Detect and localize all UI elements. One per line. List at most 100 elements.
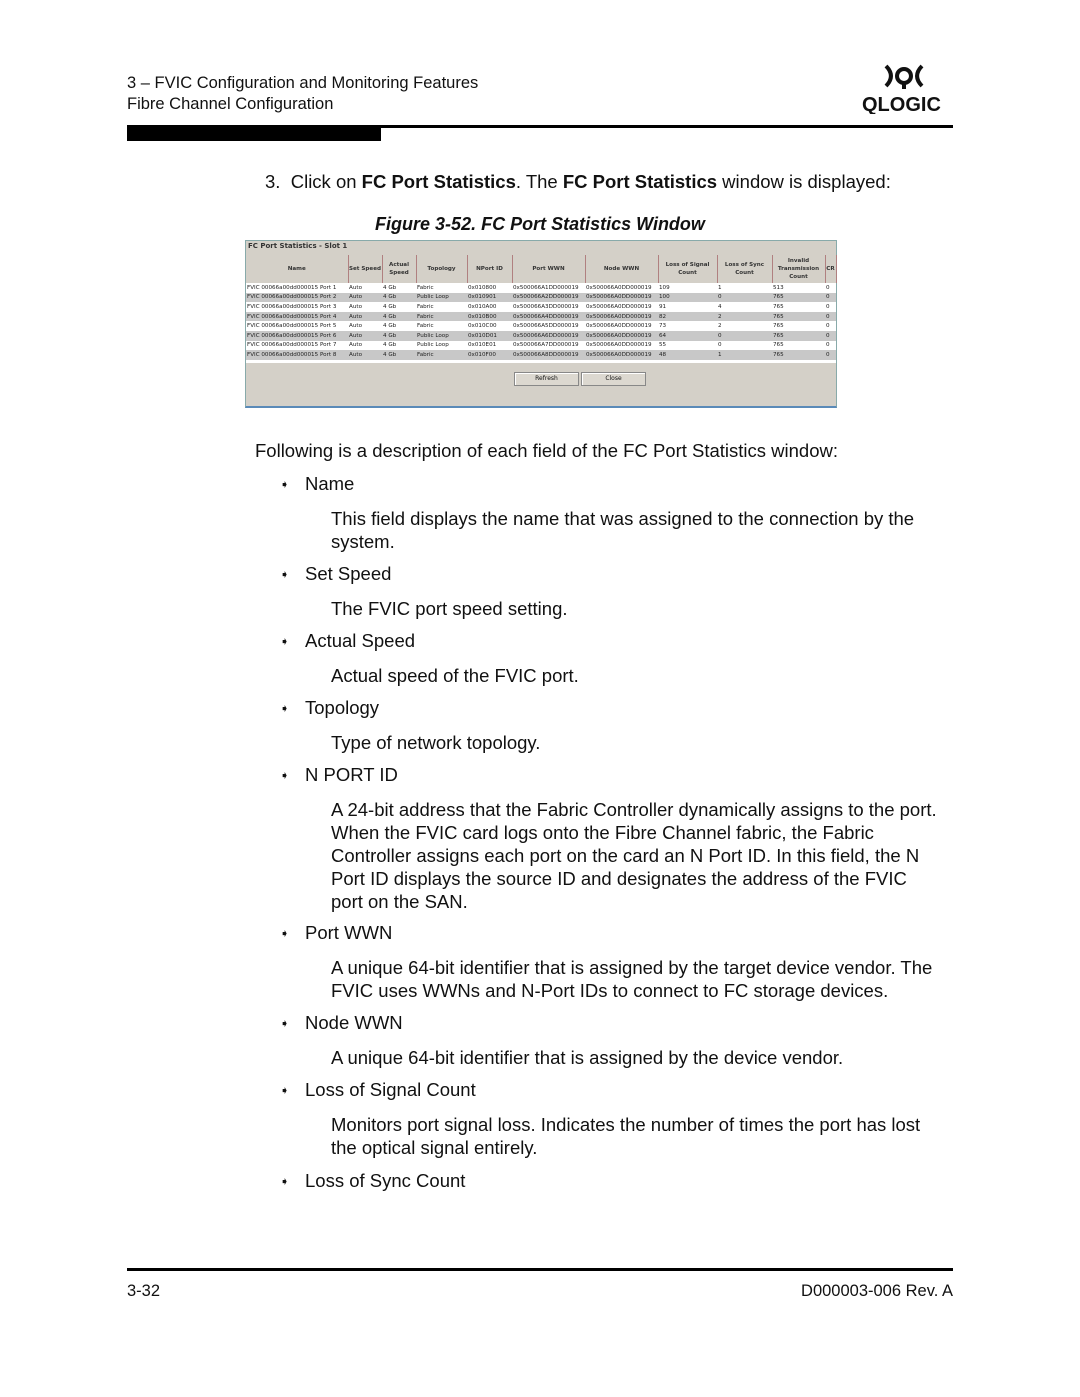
table-cell: 4 Gb — [383, 342, 397, 349]
bullet-icon: ➧ — [280, 569, 290, 581]
table-cell: 765 — [773, 342, 784, 349]
table-cell: 0x500066A2DD000019 — [512, 292, 585, 303]
table-row[interactable]: FVIC 00066a00dd000015 Port 4 Auto 4 Gb Fabr… — [246, 311, 836, 322]
table-row[interactable]: FVIC 00066a00dd000015 Port 8 Auto 4 Gb Fabr… — [246, 350, 836, 360]
table-cell: 0x010E01 — [468, 342, 497, 349]
step-bold-1: FC Port Statistics — [361, 171, 516, 192]
column-header[interactable]: Loss of Signal Count — [658, 255, 718, 283]
refresh-button[interactable]: Refresh — [514, 372, 579, 386]
qlogic-logo: QLOGIC — [862, 62, 952, 116]
table-cell: 765 — [772, 311, 825, 322]
field-description: A unique 64-bit identifier that is assig… — [331, 957, 933, 978]
table-cell: 0x010901 — [467, 292, 512, 303]
column-header[interactable]: CR — [825, 255, 837, 283]
table-cell: Auto — [349, 284, 362, 291]
table-cell: 4 Gb — [382, 292, 416, 303]
table-cell: 0 — [825, 330, 836, 341]
close-button[interactable]: Close — [581, 372, 646, 386]
table-cell: Fabric — [416, 350, 467, 360]
table-cell: 4 Gb — [382, 330, 416, 341]
table-cell: 765 — [773, 303, 784, 310]
following-text: Following is a description of each field… — [255, 440, 839, 461]
step-bold-2: FC Port Statistics — [562, 171, 718, 192]
table-cell: 0x500066A0DD000019 — [586, 284, 652, 291]
field-description: FVIC uses WWNs and N-Port IDs to connect… — [331, 980, 889, 1001]
field-label: Actual Speed — [305, 630, 416, 651]
table-row[interactable]: FVIC 00066a00dd000015 Port 3 Auto 4 Gb Fabr… — [246, 302, 836, 312]
table-cell: 0 — [717, 330, 772, 341]
column-header[interactable]: Set Speed — [348, 255, 383, 283]
column-header[interactable]: Invalid Transmission Count — [772, 255, 826, 283]
table-cell: Auto — [348, 292, 382, 303]
table-cell: FVIC 00066a00dd000015 Port 4 — [246, 311, 348, 322]
table-cell: FVIC 00066a00dd000015 Port 5 — [247, 323, 337, 330]
table-cell: 0x500066A0DD000019 — [585, 292, 658, 303]
column-header[interactable]: Node WWN — [585, 255, 659, 283]
table-row[interactable]: FVIC 00066a00dd000015 Port 5 Auto 4 Gb Fabr… — [246, 321, 836, 331]
table-cell: 0x010D01 — [467, 330, 512, 341]
table-cell: 0 — [826, 303, 830, 310]
table-cell: Public Loop — [417, 342, 449, 349]
table-row[interactable]: FVIC 00066a00dd000015 Port 2 Auto 4 Gb Publ… — [246, 292, 836, 303]
table-cell: FVIC 00066a00dd000015 Port 2 — [246, 292, 348, 303]
field-description: When the FVIC card logs onto the Fibre C… — [331, 822, 874, 843]
field-description: A 24-bit address that the Fabric Control… — [331, 799, 937, 820]
field-description: Port ID displays the source ID and desig… — [331, 868, 907, 889]
table-cell: Auto — [349, 342, 362, 349]
page-number: 3-32 — [127, 1282, 161, 1300]
table-cell: 0x500066A0DD000019 — [585, 330, 658, 341]
field-description: Type of network topology. — [331, 732, 541, 753]
table-cell: FVIC 00066a00dd000015 Port 3 — [247, 303, 337, 310]
table-row[interactable]: FVIC 00066a00dd000015 Port 6 Auto 4 Gb Publ… — [246, 330, 836, 341]
table-cell: 4 — [718, 303, 722, 310]
header-bar — [127, 125, 381, 141]
column-header[interactable]: Topology — [416, 255, 468, 283]
table-cell: 0 — [826, 284, 830, 291]
table-cell: 765 — [772, 292, 825, 303]
table-cell: Auto — [349, 323, 362, 330]
column-header[interactable]: Actual Speed — [382, 255, 417, 283]
table-cell: 4 Gb — [383, 284, 397, 291]
footer-rule — [127, 1268, 953, 1271]
field-label: Loss of Sync Count — [305, 1170, 466, 1191]
document-id: D000003-006 Rev. A — [801, 1282, 953, 1300]
column-header[interactable]: NPort ID — [467, 255, 513, 283]
table-cell: 765 — [772, 330, 825, 341]
table-cell: 0 — [717, 292, 772, 303]
table-cell: 0x010C00 — [468, 323, 497, 330]
table-cell: 0x010A00 — [468, 303, 497, 310]
table-cell: 0x500066A7DD000019 — [513, 342, 579, 349]
column-header[interactable]: Port WWN — [512, 255, 586, 283]
table-cell: 0x500066A5DD000019 — [513, 323, 579, 330]
column-header[interactable]: Name — [246, 255, 349, 283]
table-row[interactable]: FVIC 00066a00dd000015 Port 7 Auto 4 Gb Publ… — [246, 341, 836, 351]
table-cell: 0x500066A6DD000019 — [512, 330, 585, 341]
statistics-table: Name Set Speed Actual Speed Topology NPort I… — [246, 255, 837, 363]
table-cell: 0 — [825, 350, 836, 360]
table-cell: Fabric — [416, 311, 467, 322]
bullet-icon: ➧ — [280, 770, 290, 782]
table-cell: Fabric — [417, 323, 434, 330]
table-cell: Public Loop — [416, 330, 467, 341]
field-label: N PORT ID — [305, 764, 398, 785]
field-label: Port WWN — [305, 922, 393, 943]
bullet-icon: ➧ — [280, 1176, 290, 1188]
table-cell: FVIC 00066a00dd000015 Port 8 — [246, 350, 348, 360]
bullet-icon: ➧ — [280, 479, 290, 491]
field-description: the optical signal entirely. — [331, 1137, 538, 1158]
field-description: system. — [331, 531, 395, 552]
table-cell: 0x500066A8DD000019 — [512, 350, 585, 360]
table-row[interactable]: FVIC 00066a00dd000015 Port 1 Auto 4 Gb Fabr… — [246, 283, 836, 293]
column-header[interactable]: Loss of Sync Count — [717, 255, 773, 283]
field-description: A unique 64-bit identifier that is assig… — [331, 1047, 844, 1068]
table-cell: 513 — [773, 284, 784, 291]
bullet-icon: ➧ — [280, 928, 290, 940]
table-cell: 64 — [658, 330, 717, 341]
table-cell: 1 — [717, 350, 772, 360]
step-3: 3. Click on FC Port Statistics. The FC P… — [265, 170, 891, 193]
field-label: Node WWN — [305, 1012, 403, 1033]
step-text: . The — [515, 171, 563, 192]
field-description: The FVIC port speed setting. — [331, 598, 568, 619]
table-cell: 765 — [773, 323, 784, 330]
table-cell: 0 — [718, 342, 722, 349]
